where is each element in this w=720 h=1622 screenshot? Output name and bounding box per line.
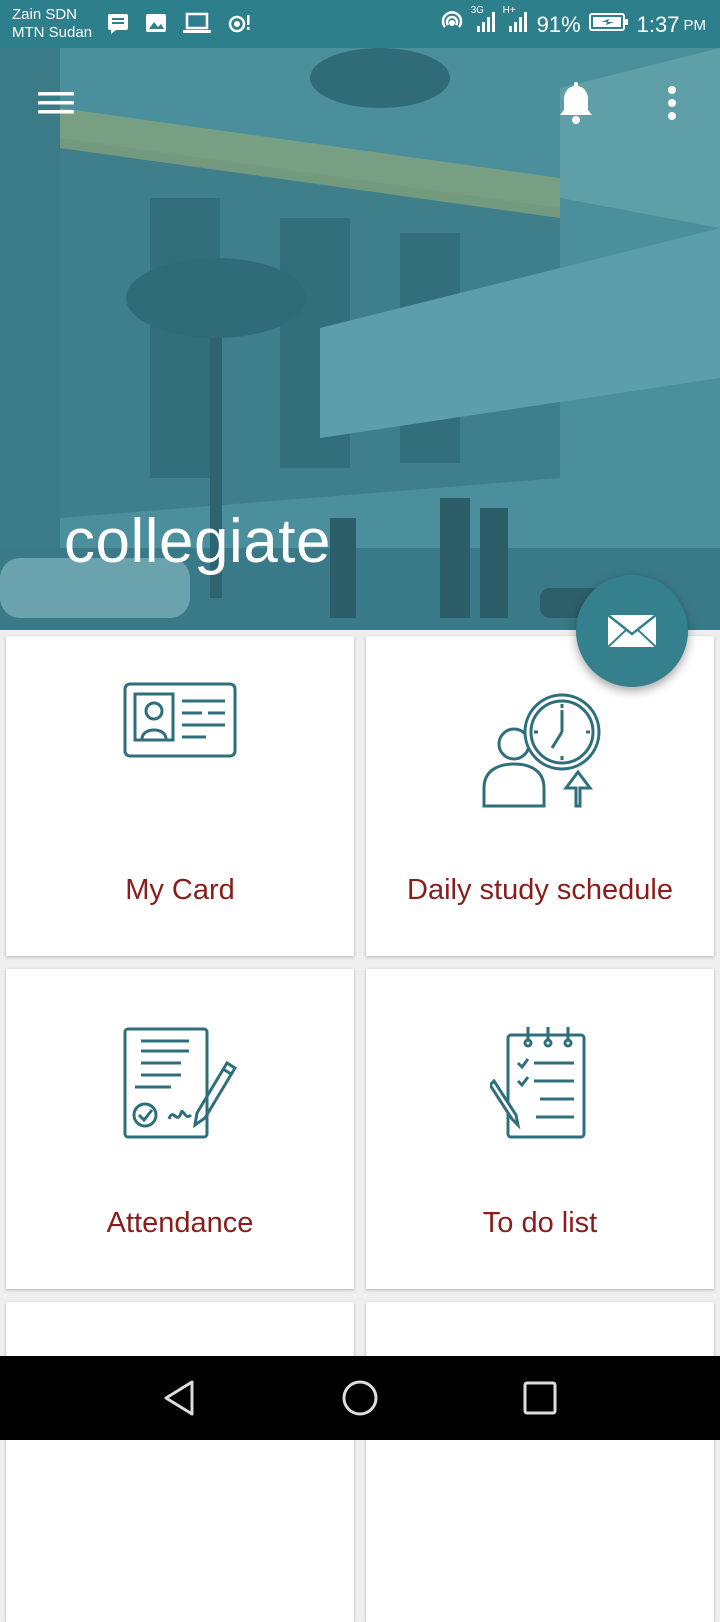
header-hero: collegiate bbox=[0, 48, 720, 630]
battery-percent: 91% bbox=[536, 12, 581, 37]
notifications-button[interactable] bbox=[556, 82, 596, 131]
clock-ampm: PM bbox=[683, 16, 707, 34]
battery-icon bbox=[588, 11, 629, 39]
hamburger-icon bbox=[38, 92, 74, 114]
schedule-clock-icon bbox=[482, 693, 601, 808]
hotspot-icon bbox=[226, 12, 252, 41]
id-card-icon bbox=[123, 682, 237, 758]
tile-to-do-list[interactable]: To do list bbox=[366, 969, 714, 1289]
notification-icons bbox=[106, 12, 252, 41]
recents-button[interactable] bbox=[520, 1378, 560, 1423]
attendance-sign-icon bbox=[123, 1027, 238, 1139]
signal-icon-1: 3G bbox=[471, 5, 497, 39]
overflow-menu-button[interactable] bbox=[662, 84, 682, 129]
status-bar: Zain SDN MTN Sudan 3G H+ 91% 1:37 PM bbox=[0, 0, 720, 48]
more-vert-icon bbox=[668, 86, 676, 120]
system-nav-bar bbox=[0, 1356, 720, 1440]
app-title: collegiate bbox=[64, 507, 331, 576]
carrier-names: Zain SDN MTN Sudan bbox=[12, 6, 92, 42]
wifi-calling-icon bbox=[439, 10, 465, 40]
back-triangle-icon bbox=[164, 1380, 194, 1416]
home-button[interactable] bbox=[340, 1378, 380, 1423]
tile-partial-left[interactable] bbox=[6, 1302, 354, 1622]
status-right: 3G H+ 91% 1:37 PM bbox=[439, 5, 707, 40]
recents-square-icon bbox=[523, 1381, 557, 1415]
clock-time: 1:37 bbox=[636, 12, 680, 37]
mail-icon bbox=[607, 614, 657, 648]
tile-label-daily-study-schedule: Daily study schedule bbox=[407, 874, 673, 906]
laptop-icon bbox=[182, 12, 212, 41]
tile-attendance[interactable]: Attendance bbox=[6, 969, 354, 1289]
menu-button[interactable] bbox=[36, 86, 76, 125]
mail-fab-button[interactable] bbox=[576, 575, 688, 687]
todo-checklist-icon bbox=[490, 1027, 586, 1139]
network-type-1: 3G bbox=[470, 5, 484, 16]
network-type-2: H+ bbox=[502, 5, 516, 16]
carrier-2: MTN Sudan bbox=[12, 24, 93, 41]
tile-label-my-card: My Card bbox=[125, 874, 235, 906]
tile-partial-right[interactable] bbox=[366, 1302, 714, 1622]
tile-label-to-do-list: To do list bbox=[482, 1207, 598, 1239]
image-icon bbox=[144, 12, 168, 41]
carrier-1: Zain SDN bbox=[12, 6, 78, 23]
tile-daily-study-schedule[interactable]: Daily study schedule bbox=[366, 636, 714, 956]
tile-my-card[interactable]: My Card bbox=[6, 636, 354, 956]
home-circle-icon bbox=[342, 1380, 378, 1416]
signal-icon-2: H+ bbox=[503, 5, 529, 39]
back-button[interactable] bbox=[160, 1378, 200, 1423]
bell-icon bbox=[560, 82, 592, 124]
tile-label-attendance: Attendance bbox=[106, 1207, 254, 1239]
message-icon bbox=[106, 12, 130, 41]
